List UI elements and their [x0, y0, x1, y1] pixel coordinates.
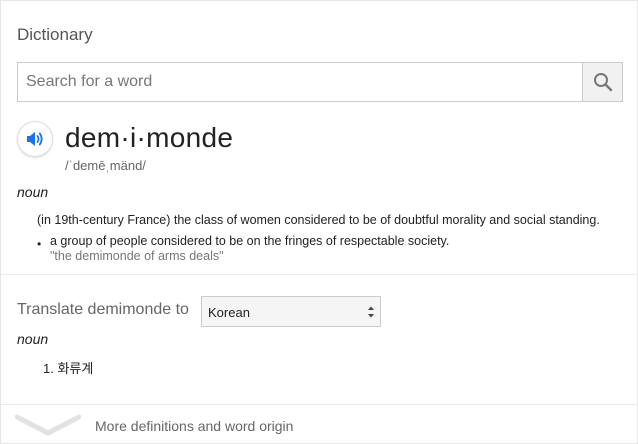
- example-sentence: "the demimonde of arms deals": [50, 249, 224, 263]
- bullet-icon: •: [37, 237, 42, 251]
- select-arrows-icon: [368, 306, 374, 318]
- part-of-speech: noun: [17, 184, 49, 200]
- card-title: Dictionary: [17, 25, 93, 44]
- chevron-down-icon: [15, 414, 81, 436]
- more-definitions-label: More definitions and word origin: [95, 418, 294, 434]
- speaker-icon: [27, 132, 43, 146]
- more-definitions-button[interactable]: More definitions and word origin: [1, 405, 638, 444]
- phonetic-spelling: /ˈdemēˌmänd/: [65, 158, 146, 173]
- dictionary-card: Dictionary dem·i·monde /ˈdemēˌmänd/ noun…: [0, 0, 638, 444]
- definition-text: (in 19th-century France) the class of wo…: [37, 213, 600, 227]
- translate-label: Translate demimonde to: [17, 301, 189, 318]
- divider: [1, 274, 638, 275]
- translation-item: 1. 화류계: [43, 358, 93, 377]
- language-select[interactable]: Korean: [201, 296, 381, 327]
- search-icon: [593, 73, 612, 92]
- translation-text: 화류계: [57, 361, 94, 376]
- translation-number: 1.: [43, 361, 54, 376]
- pronunciation-button[interactable]: [17, 121, 53, 157]
- language-select-value: Korean: [208, 305, 250, 320]
- translation-part-of-speech: noun: [17, 331, 49, 347]
- search-input[interactable]: [18, 63, 582, 101]
- headword: dem·i·monde: [65, 122, 234, 153]
- search-button[interactable]: [582, 63, 622, 101]
- search-box: [17, 62, 623, 102]
- subdefinition-text: a group of people considered to be on th…: [50, 234, 450, 248]
